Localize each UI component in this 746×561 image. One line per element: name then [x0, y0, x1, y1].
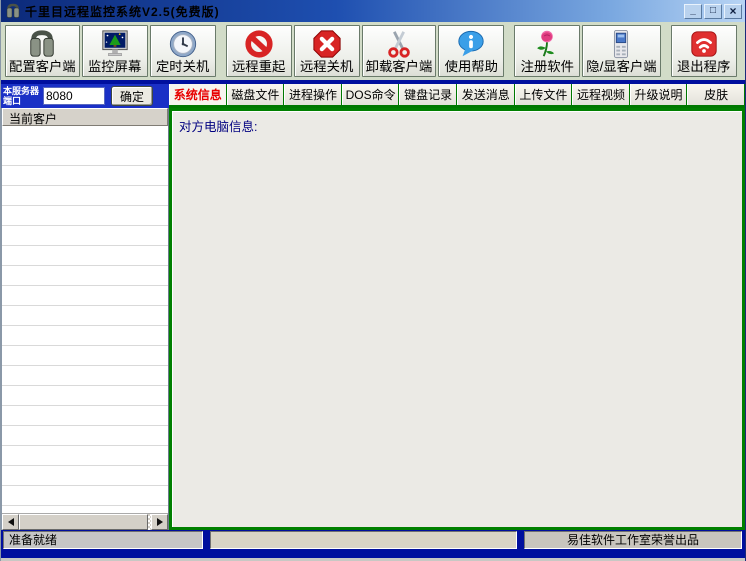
register-software-button[interactable]: 注册软件 — [514, 25, 580, 77]
horizontal-scrollbar — [2, 513, 168, 530]
tab-upgrade-notes[interactable]: 升级说明 — [630, 84, 688, 105]
toolbar: 配置客户端 监控屏幕 定时关机 — [1, 22, 745, 80]
client-list-row — [2, 406, 168, 426]
tab-upload-file[interactable]: 上传文件 — [515, 84, 573, 105]
scrollbar-thumb[interactable] — [19, 514, 148, 530]
tab-bar: 系统信息 磁盘文件 进程操作 DOS命令 键盘记录 发送消息 上传文件 远程视频… — [169, 84, 745, 108]
client-list-row — [2, 126, 168, 146]
configure-client-button[interactable]: 配置客户端 — [5, 25, 80, 77]
scroll-right-button[interactable] — [151, 514, 168, 530]
client-list-header[interactable]: 当前客户 — [2, 108, 168, 126]
timed-shutdown-button[interactable]: 定时关机 — [150, 25, 216, 77]
status-middle-segment — [210, 531, 517, 549]
tab-key-logging[interactable]: 键盘记录 — [399, 84, 457, 105]
info-bubble-icon — [456, 29, 486, 59]
client-list-row — [2, 266, 168, 286]
status-ready-text: 准备就绪 — [3, 531, 203, 549]
client-list-row — [2, 326, 168, 346]
remote-computer-info-label: 对方电脑信息: — [179, 116, 735, 135]
client-list-row — [2, 146, 168, 166]
scissors-icon — [384, 29, 414, 59]
rose-icon — [532, 29, 562, 59]
client-list-row — [2, 386, 168, 406]
app-window: 千里目远程监控系统V2.5(免费版) _ □ × 配置客户端 — [0, 0, 746, 561]
status-credit-text: 易佳软件工作室荣誉出品 — [524, 531, 742, 549]
monitor-screen-icon — [100, 29, 130, 59]
exit-signal-icon — [689, 29, 719, 59]
client-list-row — [2, 166, 168, 186]
clock-icon — [168, 29, 198, 59]
client-list-row — [2, 346, 168, 366]
client-list-row — [2, 286, 168, 306]
tab-skin[interactable]: 皮肤 — [687, 84, 745, 105]
tab-remote-video[interactable]: 远程视频 — [572, 84, 630, 105]
client-list-row — [2, 366, 168, 386]
binoculars-icon — [5, 3, 21, 19]
tab-process-ops[interactable]: 进程操作 — [284, 84, 342, 105]
binoculars-icon — [27, 29, 57, 59]
status-bar: 准备就绪 易佳软件工作室荣誉出品 — [1, 530, 745, 561]
title-bar: 千里目远程监控系统V2.5(免费版) _ □ × — [1, 0, 745, 22]
client-list-row — [2, 446, 168, 466]
tab-send-message[interactable]: 发送消息 — [457, 84, 515, 105]
client-list-row — [2, 486, 168, 506]
client-list-row — [2, 226, 168, 246]
help-button[interactable]: 使用帮助 — [438, 25, 504, 77]
handheld-device-icon — [606, 29, 636, 59]
uninstall-client-button[interactable]: 卸载客户端 — [362, 25, 437, 77]
remote-restart-button[interactable]: 远程重起 — [226, 25, 292, 77]
control-row: 本服务器端口 确定 系统信息 磁盘文件 进程操作 DOS命令 键盘记录 发送消息… — [1, 84, 745, 108]
no-entry-icon — [244, 29, 274, 59]
tab-system-info[interactable]: 系统信息 — [169, 84, 227, 105]
main-info-panel: 对方电脑信息: — [169, 108, 745, 530]
tab-disk-files[interactable]: 磁盘文件 — [227, 84, 285, 105]
minimize-button[interactable]: _ — [684, 4, 702, 19]
window-controls: _ □ × — [684, 4, 742, 19]
scroll-left-button[interactable] — [2, 514, 19, 530]
client-list-row — [2, 466, 168, 486]
server-port-label: 本服务器端口 — [3, 86, 43, 106]
client-list-row — [2, 506, 168, 513]
stop-x-icon — [312, 29, 342, 59]
exit-program-button[interactable]: 退出程序 — [671, 25, 737, 77]
monitor-screen-button[interactable]: 监控屏幕 — [82, 25, 148, 77]
client-list-row — [2, 426, 168, 446]
scroll-left-icon — [8, 518, 14, 526]
maximize-button[interactable]: □ — [704, 4, 722, 19]
client-list-row — [2, 206, 168, 226]
close-button[interactable]: × — [724, 4, 742, 19]
server-port-input[interactable] — [43, 87, 105, 105]
client-list-row — [2, 246, 168, 266]
server-port-panel: 本服务器端口 确定 — [1, 84, 169, 108]
client-list-panel: 当前客户 — [1, 108, 169, 530]
client-list-row — [2, 306, 168, 326]
hide-show-client-button[interactable]: 隐/显客户端 — [582, 25, 660, 77]
tab-dos-command[interactable]: DOS命令 — [342, 84, 400, 105]
content-area: 当前客户 对方电脑信息: — [1, 108, 745, 530]
window-title: 千里目远程监控系统V2.5(免费版) — [25, 3, 220, 20]
remote-shutdown-button[interactable]: 远程关机 — [294, 25, 360, 77]
client-list[interactable] — [2, 126, 168, 513]
scroll-right-icon — [157, 518, 163, 526]
confirm-port-button[interactable]: 确定 — [111, 86, 153, 106]
client-list-row — [2, 186, 168, 206]
